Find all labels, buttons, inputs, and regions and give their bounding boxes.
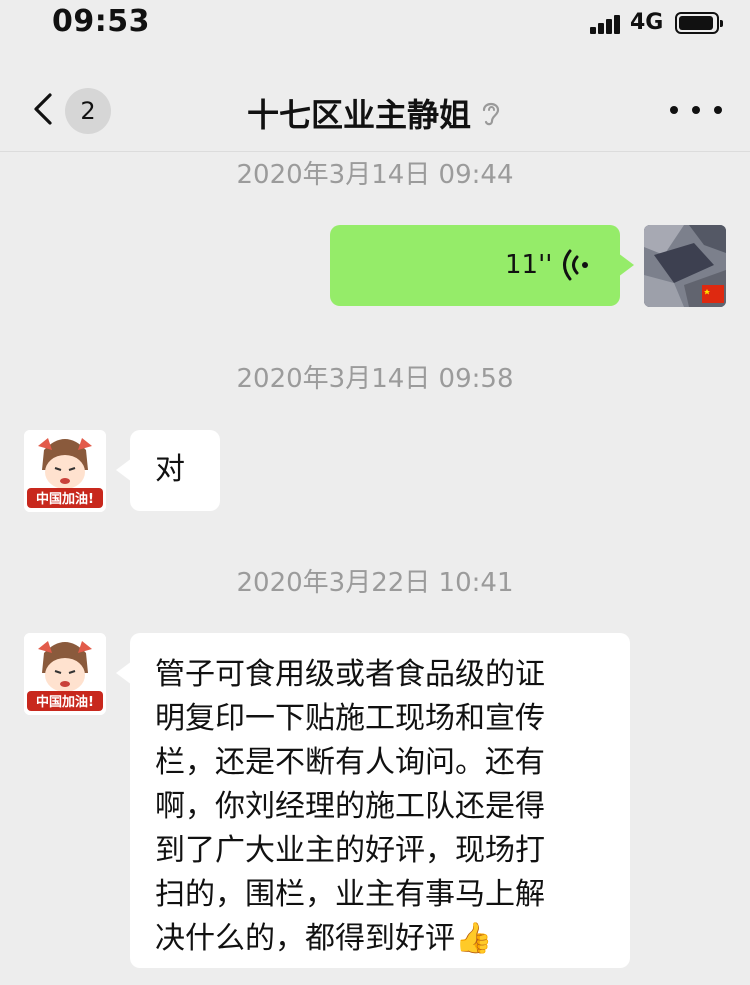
message-text: 管子可食用级或者食品级的证 明复印一下贴施工现场和宣传 栏，还是不断有人询问。还… [155,653,615,961]
avatar-badge-text: 中国加油! [36,491,94,507]
thumbs-up-emoji: 👍 [455,921,493,956]
battery-icon [675,12,723,34]
more-dots-icon[interactable] [670,90,722,130]
chat-nav-bar: 2 十七区业主静姐 [0,70,750,150]
bubble-tail [116,458,132,482]
message-text: 对 [155,452,185,487]
message-timestamp: 2020年3月22日 10:41 [236,568,514,598]
bubble-tail [618,253,634,277]
status-bar: 09:53 4G [0,0,750,48]
contact-avatar[interactable]: 中国加油! [24,430,106,512]
network-type: 4G [630,10,664,35]
message-text-line: 栏，还是不断有人询问。还有 [155,745,545,780]
message-text-line: 扫的，围栏，业主有事马上解 [155,877,545,912]
contact-avatar[interactable]: 中国加油! [24,633,106,715]
chat-title[interactable]: 十七区业主静姐 [247,90,471,136]
my-avatar-image [644,225,726,307]
message-text-line: 明复印一下贴施工现场和宣传 [155,701,545,736]
message-bubble[interactable]: 管子可食用级或者食品级的证 明复印一下贴施工现场和宣传 栏，还是不断有人询问。还… [116,633,630,968]
message-text-line: 决什么的，都得到好评👍 [155,917,615,961]
voice-message-bubble[interactable]: 11'' [330,225,634,306]
voice-wave-icon [563,249,588,281]
message-text-line: 到了广大业主的好评，现场打 [155,833,545,868]
contact-avatar-image: 中国加油! [24,633,106,715]
message-bubble[interactable]: 对 [116,430,220,511]
status-time: 09:53 [52,4,150,39]
my-avatar[interactable] [644,225,726,307]
contact-avatar-image: 中国加油! [24,430,106,512]
message-text-line: 啊，你刘经理的施工队还是得 [155,789,545,824]
message-text-fragment: 决什么的，都得到好评 [155,921,455,956]
voice-duration: 11'' [505,250,553,280]
message-timestamp: 2020年3月14日 09:58 [236,364,514,394]
message-text-line: 管子可食用级或者食品级的证 [155,657,545,692]
signal-bars-icon [590,14,622,34]
message-timestamp: 2020年3月14日 09:44 [236,160,514,190]
chat-title-container: 十七区业主静姐 [0,90,750,136]
nav-divider [0,151,750,152]
ear-icon [482,102,500,126]
avatar-badge-text: 中国加油! [36,694,94,710]
bubble-tail [116,661,132,685]
